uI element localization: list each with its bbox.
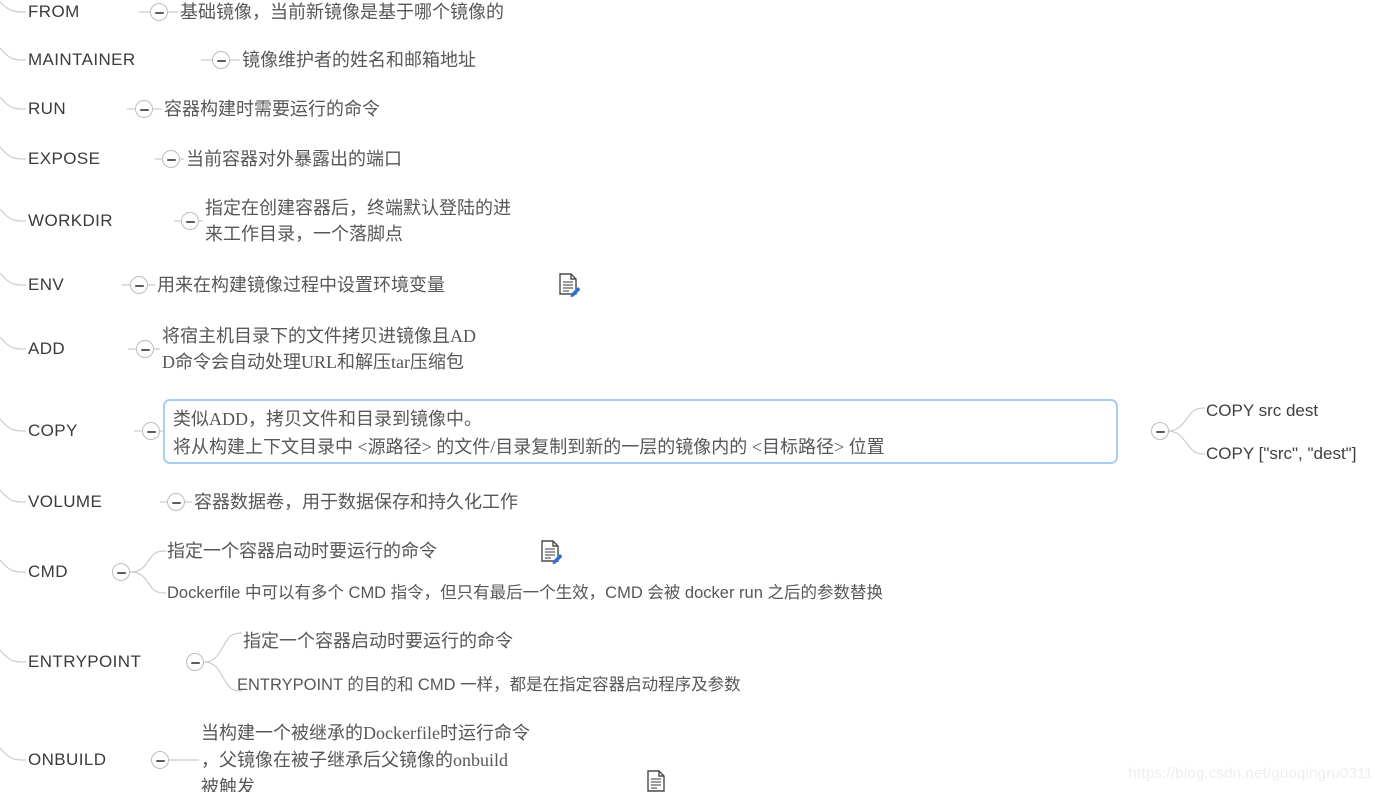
desc-copy-selected-box[interactable]: 类似ADD，拷贝文件和目录到镜像中。 将从构建上下文目录中 <源路径> 的文件/… [163, 399, 1118, 464]
desc-onbuild[interactable]: 当构建一个被继承的Dockerfile时运行命令 ，父镜像在被子继承后父镜像的o… [201, 720, 530, 792]
desc-volume[interactable]: 容器数据卷，用于数据保存和持久化工作 [194, 489, 518, 515]
collapse-toggle-icon-env[interactable] [130, 276, 148, 294]
collapse-toggle-icon-run[interactable] [135, 100, 153, 118]
mindmap-canvas: FROM 基础镜像，当前新镜像是基于哪个镜像的 MAINTAINER 镜像维护者… [0, 0, 1391, 792]
desc-copy: 类似ADD，拷贝文件和目录到镜像中。 将从构建上下文目录中 <源路径> 的文件/… [173, 409, 885, 457]
collapse-toggle-icon-copy-children[interactable] [1151, 422, 1169, 440]
desc-cmd-2[interactable]: Dockerfile 中可以有多个 CMD 指令，但只有最后一个生效，CMD 会… [167, 580, 883, 606]
collapse-toggle-icon-volume[interactable] [167, 493, 185, 511]
desc-env[interactable]: 用来在构建镜像过程中设置环境变量 [157, 272, 445, 298]
note-icon-onbuild[interactable] [646, 770, 668, 792]
topic-onbuild[interactable]: ONBUILD [28, 750, 106, 770]
collapse-toggle-icon-onbuild[interactable] [151, 751, 169, 769]
note-icon-env[interactable] [558, 273, 581, 298]
desc-workdir[interactable]: 指定在创建容器后，终端默认登陆的进 来工作目录，一个落脚点 [205, 195, 511, 247]
collapse-toggle-icon-maintainer[interactable] [212, 51, 230, 69]
collapse-toggle-icon-entrypoint[interactable] [186, 653, 204, 671]
collapse-toggle-icon-cmd[interactable] [112, 563, 130, 581]
desc-entrypoint-2[interactable]: ENTRYPOINT 的目的和 CMD 一样，都是在指定容器启动程序及参数 [237, 672, 741, 698]
topic-expose[interactable]: EXPOSE [28, 149, 100, 169]
topic-maintainer[interactable]: MAINTAINER [28, 50, 136, 70]
desc-maintainer[interactable]: 镜像维护者的姓名和邮箱地址 [242, 47, 476, 73]
topic-volume[interactable]: VOLUME [28, 492, 102, 512]
collapse-toggle-icon-from[interactable] [150, 3, 168, 21]
collapse-toggle-icon-copy[interactable] [142, 422, 160, 440]
collapse-toggle-icon-expose[interactable] [162, 150, 180, 168]
note-icon-cmd[interactable] [540, 540, 563, 565]
topic-entrypoint[interactable]: ENTRYPOINT [28, 652, 141, 672]
topic-run[interactable]: RUN [28, 99, 66, 119]
leaf-copy-shell-form[interactable]: COPY src dest [1206, 401, 1318, 421]
topic-workdir[interactable]: WORKDIR [28, 211, 113, 231]
topic-env[interactable]: ENV [28, 275, 64, 295]
desc-expose[interactable]: 当前容器对外暴露出的端口 [186, 146, 402, 172]
desc-run[interactable]: 容器构建时需要运行的命令 [164, 96, 380, 122]
topic-cmd[interactable]: CMD [28, 562, 68, 582]
topic-add[interactable]: ADD [28, 339, 65, 359]
leaf-copy-exec-form[interactable]: COPY ["src", "dest"] [1206, 444, 1356, 464]
desc-add[interactable]: 将宿主机目录下的文件拷贝进镜像且AD D命令会自动处理URL和解压tar压缩包 [162, 323, 476, 375]
topic-copy[interactable]: COPY [28, 421, 78, 441]
collapse-toggle-icon-workdir[interactable] [181, 212, 199, 230]
desc-cmd-1[interactable]: 指定一个容器启动时要运行的命令 [167, 538, 437, 564]
topic-from[interactable]: FROM [28, 2, 80, 22]
collapse-toggle-icon-add[interactable] [136, 340, 154, 358]
desc-from[interactable]: 基础镜像，当前新镜像是基于哪个镜像的 [180, 0, 504, 25]
csdn-watermark: https://blog.csdn.net/guoqingru0311 [1128, 765, 1373, 782]
desc-entrypoint-1[interactable]: 指定一个容器启动时要运行的命令 [243, 628, 513, 654]
